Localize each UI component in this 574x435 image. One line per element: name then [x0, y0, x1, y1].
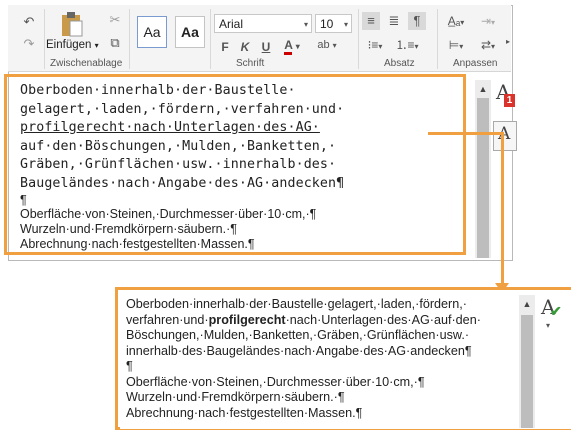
font-name-select[interactable]: Arial ▾: [214, 14, 312, 33]
underline-button[interactable]: U: [259, 38, 273, 56]
scroll-up-icon[interactable]: ▲: [519, 299, 535, 309]
convert-font-icon[interactable]: A: [493, 121, 517, 151]
text-line: Abrechnung·nach·festgestellten·Massen.¶: [126, 405, 363, 420]
align-left-icon[interactable]: ≡: [362, 12, 380, 30]
highlight-box-top: [4, 74, 466, 255]
callout-line: [501, 132, 504, 290]
copy-icon[interactable]: ⧉: [106, 34, 124, 52]
paste-icon[interactable]: [60, 11, 84, 37]
italic-button[interactable]: K: [238, 38, 252, 56]
pilcrow-button[interactable]: ¶: [408, 12, 426, 30]
font-group-label: Schrift: [236, 58, 265, 69]
paragraph-group-label: Absatz: [384, 58, 415, 69]
numbered-list-icon[interactable]: ⒈≡▾: [394, 36, 420, 56]
justify-icon[interactable]: ≣: [385, 12, 403, 30]
redo-icon[interactable]: ↷: [20, 35, 38, 53]
font-size-select[interactable]: 10 ▾: [315, 14, 352, 33]
text-line: innerhalb·des·Baugeländes·nach·Angabe·de…: [126, 343, 472, 358]
callout-line: [428, 132, 501, 135]
cut-icon[interactable]: ✂: [106, 11, 124, 29]
indent-icon[interactable]: ⇥▾: [474, 12, 502, 32]
ribbon-more-icon[interactable]: ▸: [504, 33, 512, 51]
scroll-up-icon[interactable]: ▲: [475, 84, 491, 94]
font-warning-icon[interactable]: A 1: [494, 80, 516, 110]
text-line: Wurzeln·und·Fremdkörpern·säubern.·¶: [126, 390, 345, 404]
spacing-icon[interactable]: ⊨▾: [442, 36, 470, 56]
pilcrow-line: ¶: [126, 359, 133, 373]
ribbon: ↶ ↷ Einfügen ▾ ✂ ⧉ Zwischenablage Aa Aa …: [8, 5, 511, 72]
style-heading[interactable]: Aa: [175, 16, 205, 48]
scroll-thumb[interactable]: [477, 98, 489, 258]
top-scrollbar[interactable]: ▲: [475, 80, 491, 258]
line-spacing-icon[interactable]: ⇄▾: [474, 36, 502, 56]
clipboard-group-label: Zwischenablage: [50, 58, 123, 69]
scroll-thumb[interactable]: [521, 315, 533, 428]
adjust-group-label: Anpassen: [453, 58, 498, 69]
highlight-button[interactable]: ab ▾: [312, 36, 342, 55]
text-line: Böschungen,·Mulden,·Banketten,·Gräben,·G…: [126, 328, 470, 342]
undo-icon[interactable]: ↶: [20, 13, 38, 31]
font-fixed-icon[interactable]: A ✔ ▾: [537, 295, 567, 335]
paste-button[interactable]: Einfügen ▾: [46, 39, 99, 51]
bold-word: profilgerecht: [208, 312, 286, 327]
font-color-button[interactable]: A ▾: [281, 36, 303, 56]
style-normal[interactable]: Aa: [137, 16, 167, 48]
font-size-adjust-icon[interactable]: A̲ₐ▾: [442, 12, 470, 32]
text-line: verfahren·und·profilgerecht·nach·Unterla…: [126, 312, 481, 327]
bold-button[interactable]: F: [218, 38, 232, 56]
bottom-document[interactable]: Oberboden·innerhalb·der·Baustelle·gelage…: [120, 290, 571, 429]
text-line: Oberfläche·von·Steinen,·Durchmesser·über…: [126, 374, 425, 389]
bullet-list-icon[interactable]: ⁝≡▾: [362, 36, 388, 56]
text-line: Oberboden·innerhalb·der·Baustelle·gelage…: [126, 297, 467, 311]
bottom-scrollbar[interactable]: ▲: [519, 295, 535, 428]
